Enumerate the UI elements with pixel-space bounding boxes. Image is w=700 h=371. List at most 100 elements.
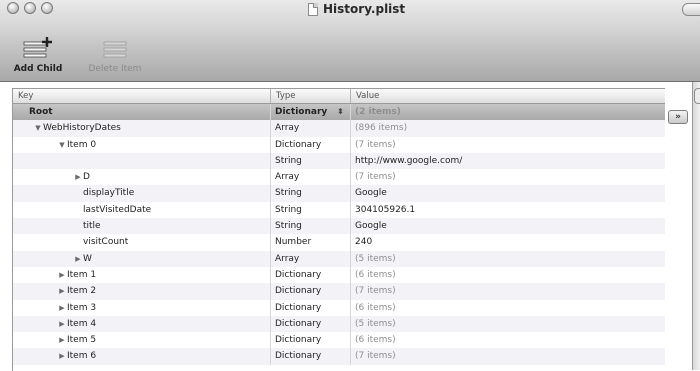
value-cell[interactable]: (7 items) (351, 348, 665, 364)
outline-row[interactable]: title String Google (13, 218, 665, 235)
outline-row[interactable]: ▶ Item 5 Dictionary (6 items) (13, 332, 665, 349)
type-cell[interactable]: Array (271, 250, 351, 267)
disclosure-open-icon[interactable]: ▼ (33, 120, 43, 136)
key-cell[interactable] (13, 152, 271, 170)
type-cell[interactable]: Number (271, 234, 351, 251)
minimize-window-button[interactable] (24, 2, 36, 14)
key-cell[interactable]: ▶ Item 4 (13, 315, 271, 333)
delete-item-label: Delete Item (88, 64, 142, 74)
key-cell[interactable]: ▶ Item 5 (13, 332, 271, 349)
type-cell[interactable]: Dictionary (271, 348, 351, 365)
key-label: Item 3 (67, 302, 97, 313)
outline-row[interactable]: ▶ Item 1 Dictionary (6 items) (13, 266, 665, 284)
outline-row[interactable]: lastVisitedDate String 304105926.1 (13, 201, 665, 219)
title-bar: History.plist (0, 0, 700, 36)
type-cell[interactable]: Array (271, 120, 351, 137)
disclosure-open-icon[interactable]: ▼ (57, 137, 67, 153)
value-cell[interactable]: http://www.google.com/ (351, 153, 665, 169)
type-column-header[interactable]: Type (271, 89, 351, 103)
disclosure-closed-icon[interactable]: ▶ (57, 267, 67, 283)
expand-button[interactable]: » (668, 110, 688, 124)
window-title-group: History.plist (308, 1, 405, 17)
outline-row[interactable]: ▶ Item 2 Dictionary (7 items) (13, 283, 665, 300)
drawer-handle[interactable] (694, 88, 700, 104)
outline-row[interactable]: String http://www.google.com/ (13, 152, 665, 170)
disclosure-closed-icon[interactable]: ▶ (57, 316, 67, 332)
type-cell[interactable]: String (271, 218, 351, 235)
add-child-button[interactable]: Add Child (12, 36, 64, 74)
value-cell[interactable]: (2 items) (351, 104, 665, 120)
value-column-header[interactable]: Value (351, 89, 665, 103)
type-cell[interactable]: Dictionary (271, 315, 351, 333)
value-cell[interactable]: 304105926.1 (351, 202, 665, 218)
value-cell[interactable]: Google (351, 185, 665, 201)
outline-row[interactable]: visitCount Number 240 (13, 234, 665, 251)
disclosure-closed-icon[interactable]: ▶ (57, 332, 67, 348)
key-cell[interactable]: ▶ Item 2 (13, 283, 271, 300)
disclosure-closed-icon[interactable]: ▶ (73, 169, 83, 185)
key-label: Root (29, 107, 53, 117)
key-column-header[interactable]: Key (13, 89, 271, 103)
value-cell[interactable]: Google (351, 218, 665, 234)
delete-item-button[interactable]: Delete Item (80, 36, 150, 74)
outline-row[interactable]: ▶ Item 4 Dictionary (5 items) (13, 315, 665, 333)
type-cell[interactable]: Dictionary (271, 136, 351, 153)
outline-row[interactable]: ▶ W Array (5 items) (13, 250, 665, 267)
key-cell[interactable]: displayTitle (13, 185, 271, 202)
toolbar-toggle-button[interactable] (682, 3, 700, 16)
outline-row[interactable]: ▶ D Array (7 items) (13, 169, 665, 186)
outline-row[interactable]: ▼ WebHistoryDates Array (896 items) (13, 120, 665, 137)
key-cell[interactable]: Root (13, 104, 271, 121)
key-label: WebHistoryDates (43, 123, 121, 134)
key-cell[interactable]: title (13, 218, 271, 235)
outline-row[interactable]: ▶ Item 6 Dictionary (7 items) (13, 348, 665, 365)
type-cell[interactable]: Array (271, 169, 351, 186)
key-label: Item 4 (67, 318, 97, 329)
key-label: Item 6 (67, 351, 97, 362)
value-cell[interactable]: (896 items) (351, 120, 665, 136)
drawer-edge (692, 82, 700, 370)
value-cell[interactable]: (5 items) (351, 316, 665, 332)
value-cell[interactable]: 240 (351, 234, 665, 250)
add-child-icon (23, 37, 52, 58)
value-cell[interactable]: (7 items) (351, 169, 665, 185)
value-cell[interactable]: (5 items) (351, 251, 665, 267)
outline-row[interactable]: displayTitle String Google (13, 185, 665, 202)
close-window-button[interactable] (7, 2, 19, 14)
type-cell[interactable]: String (271, 152, 351, 170)
key-label: Item 2 (67, 286, 97, 297)
type-cell[interactable]: String (271, 201, 351, 219)
outline-row[interactable]: ▶ Item 3 Dictionary (6 items) (13, 299, 665, 316)
type-cell[interactable]: Dictionary (271, 332, 351, 349)
disclosure-closed-icon[interactable]: ▶ (57, 348, 67, 364)
key-label: lastVisitedDate (83, 204, 152, 215)
type-cell[interactable]: String (271, 185, 351, 202)
key-label: Item 1 (67, 269, 97, 280)
key-cell[interactable]: ▶ Item 3 (13, 299, 271, 316)
zoom-window-button[interactable] (41, 2, 53, 14)
disclosure-closed-icon[interactable]: ▶ (73, 251, 83, 267)
key-cell[interactable]: ▼ WebHistoryDates (13, 120, 271, 137)
key-cell[interactable]: ▼ Item 0 (13, 136, 271, 153)
value-cell[interactable]: (7 items) (351, 137, 665, 153)
outline-row[interactable]: Root Dictionary ⬍ (2 items) (13, 104, 665, 121)
value-cell[interactable]: (7 items) (351, 283, 665, 299)
key-cell[interactable]: ▶ D (13, 169, 271, 186)
value-cell[interactable]: (6 items) (351, 332, 665, 348)
type-cell[interactable]: Dictionary (271, 266, 351, 284)
value-cell[interactable]: (6 items) (351, 300, 665, 316)
type-cell[interactable]: Dictionary (271, 283, 351, 300)
value-cell[interactable]: (6 items) (351, 267, 665, 283)
delete-item-icon (103, 41, 127, 58)
key-cell[interactable]: visitCount (13, 234, 271, 251)
key-cell[interactable]: ▶ W (13, 250, 271, 267)
key-cell[interactable]: ▶ Item 1 (13, 266, 271, 284)
key-cell[interactable]: ▶ Item 6 (13, 348, 271, 365)
outline-row[interactable]: ▼ Item 0 Dictionary (7 items) (13, 136, 665, 153)
type-cell[interactable]: Dictionary (271, 299, 351, 316)
plist-editor: Key Type Value Root Dictionary ⬍ (2 items) ▼… (0, 82, 700, 371)
type-stepper-icon[interactable]: ⬍ (337, 104, 344, 120)
key-cell[interactable]: lastVisitedDate (13, 201, 271, 219)
disclosure-closed-icon[interactable]: ▶ (57, 300, 67, 316)
disclosure-closed-icon[interactable]: ▶ (57, 283, 67, 299)
